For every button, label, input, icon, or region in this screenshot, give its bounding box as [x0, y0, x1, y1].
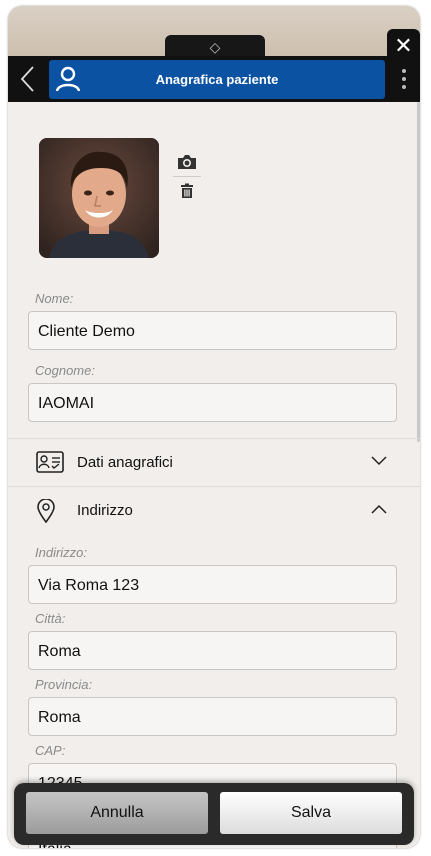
photo-actions — [173, 150, 201, 203]
divider — [173, 176, 201, 177]
change-photo-button[interactable] — [173, 150, 201, 174]
cancel-button[interactable]: Annulla — [26, 792, 208, 834]
nav-bar: Anagrafica paziente — [8, 56, 420, 102]
provincia-label: Provincia: — [35, 677, 93, 692]
title-bar: Anagrafica paziente — [49, 60, 385, 99]
indirizzo-field[interactable]: Via Roma 123 — [28, 565, 397, 604]
chevron-left-icon — [20, 66, 34, 92]
id-card-icon — [36, 451, 64, 473]
nome-field[interactable]: Cliente Demo — [28, 311, 397, 350]
section-dati-anagrafici[interactable]: Dati anagrafici — [8, 438, 420, 487]
cap-label: CAP: — [35, 743, 66, 758]
more-menu-button[interactable] — [396, 64, 412, 94]
avatar — [39, 138, 159, 258]
cognome-field[interactable]: IAOMAI — [28, 383, 397, 422]
nome-label: Nome: — [35, 291, 74, 306]
patient-panel: ◇ ✕ Anagrafica paziente Nome: Cliente De… — [8, 6, 420, 848]
scrollbar[interactable] — [417, 102, 420, 442]
section-indirizzo[interactable]: Indirizzo — [8, 486, 420, 535]
indirizzo-label: Indirizzo: — [35, 545, 88, 560]
cognome-label: Cognome: — [35, 363, 95, 378]
back-button[interactable] — [18, 62, 40, 96]
save-button[interactable]: Salva — [220, 792, 402, 834]
camera-icon — [178, 155, 196, 169]
kebab-menu-icon — [402, 69, 406, 89]
chevron-down-icon — [371, 456, 387, 466]
trash-icon — [181, 183, 193, 198]
citta-field[interactable]: Roma — [28, 631, 397, 670]
citta-label: Città: — [35, 611, 66, 626]
delete-photo-button[interactable] — [173, 179, 201, 203]
content-area: Nome: Cliente Demo Cognome: IAOMAI Dati … — [8, 102, 420, 848]
section-title: Indirizzo — [77, 502, 133, 519]
page-title: Anagrafica paziente — [155, 72, 279, 87]
chevron-up-icon — [371, 504, 387, 514]
provincia-field[interactable]: Roma — [28, 697, 397, 736]
chevron-up-down-icon: ◇ — [209, 39, 221, 55]
location-pin-icon — [37, 499, 55, 523]
section-title: Dati anagrafici — [77, 454, 173, 471]
footer-bar: Annulla Salva — [14, 783, 414, 845]
patient-photo[interactable] — [39, 138, 159, 258]
